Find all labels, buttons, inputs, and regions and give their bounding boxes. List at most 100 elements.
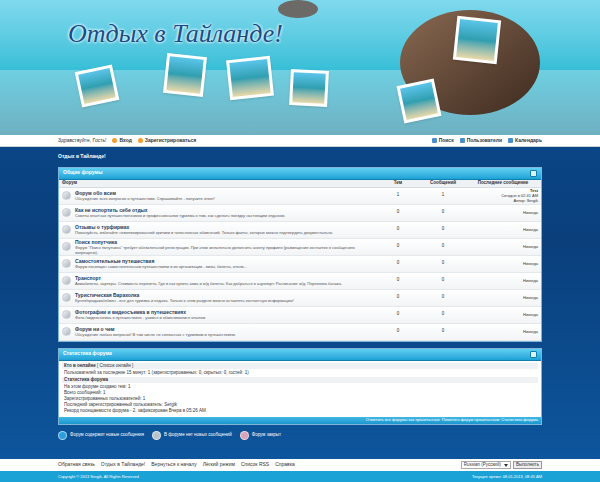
last-post: Никогда: [468, 312, 538, 317]
banner-photo: [75, 64, 120, 107]
stats-footer-link[interactable]: Статистика форума: [501, 417, 538, 423]
block-header: Общие форумы: [59, 168, 541, 180]
forum-title[interactable]: Самостоятельные путешествия: [75, 258, 247, 264]
forum-description: Фото-/видеосъемка в путешествиях - учимс…: [75, 315, 205, 320]
legend-item: Форум закрыт: [240, 431, 281, 440]
forum-description: Обсуждение всех вопросов о путешествии. …: [75, 196, 215, 201]
forum-description: Форум посвящен самостоятельным путешеств…: [75, 264, 247, 269]
stats-line: Последний зарегистрированный пользовател…: [64, 402, 536, 408]
banner-photo: [289, 69, 329, 107]
post-count: 1: [418, 192, 468, 199]
nav-link[interactable]: Вход: [112, 137, 131, 145]
forum-status-icon: [62, 276, 71, 285]
online-header: Кто в онлайне [ Список онлайн ]: [62, 363, 538, 369]
nav-link[interactable]: Пользователи: [460, 137, 502, 145]
forum-status-icon: [62, 225, 71, 234]
last-post: Никогда: [468, 227, 538, 232]
nav-icon: [432, 138, 437, 143]
stats-line: На этом форуме создано тем: 1: [64, 384, 536, 390]
forum-title[interactable]: Форум ни о чем: [75, 326, 236, 332]
topic-count: 1: [378, 192, 418, 199]
post-count: 0: [418, 328, 468, 335]
forum-status-icon: [62, 208, 71, 217]
forum-status-icon: [62, 293, 71, 302]
forum-title[interactable]: Туристическая Барахолка: [75, 292, 294, 298]
current-time: Текущее время: 08.01.2013, 08:45 AM: [472, 474, 542, 480]
column-header: ФорумТемСообщенийПоследнее сообщение: [59, 180, 541, 188]
stats-footer-link[interactable]: Пометить форум прочитанным: [442, 417, 499, 423]
forum-title[interactable]: Форум обо всем: [75, 190, 215, 196]
forum-row[interactable]: Туристическая БарахолкаКупля/продажа/обм…: [59, 290, 541, 307]
forum-description: Советы опытных путешественников и профес…: [75, 213, 285, 218]
last-post: Никогда: [468, 210, 538, 215]
online-list-link[interactable]: [ Список онлайн ]: [97, 363, 133, 368]
forum-row[interactable]: Форум ни о чемОбсуждение любых вопросов!…: [59, 324, 541, 341]
nav-link[interactable]: Зарегистрироваться: [138, 137, 196, 145]
topic-count: 0: [378, 260, 418, 267]
forum-title[interactable]: Отзывы о турфирмах: [75, 224, 333, 230]
footer-link[interactable]: Список RSS: [241, 461, 269, 469]
forum-block: Общие форумыФорумТемСообщенийПоследнее с…: [58, 167, 542, 342]
forum-status-icon: [62, 310, 71, 319]
post-count: 0: [418, 260, 468, 267]
banner: Отдых в Тайланде!: [0, 0, 600, 135]
forum-description: Обсуждение любых вопросов! В том числе н…: [75, 332, 236, 337]
language-select[interactable]: Russian (Русский): [461, 461, 511, 470]
post-count: 0: [418, 311, 468, 318]
page: Отдых в Тайланде! Здравствуйте, Гость! Вхо…: [0, 0, 600, 482]
topic-count: 0: [378, 226, 418, 233]
forum-title[interactable]: Поиск попутчика: [75, 239, 378, 245]
footer-link[interactable]: Справка: [275, 461, 295, 469]
copyright: Copyright © 2013 Sergik. All Rights Rese…: [58, 474, 139, 480]
legend-icon: [152, 431, 161, 440]
banner-photo: [226, 56, 274, 100]
collapse-button[interactable]: [530, 351, 537, 358]
forum-row[interactable]: Как не испортить себе отдыхСоветы опытны…: [59, 205, 541, 222]
nav-link[interactable]: Поиск: [432, 137, 454, 145]
post-count: 0: [418, 243, 468, 250]
footer-link[interactable]: Вернуться к началу: [151, 461, 196, 469]
dropdown-arrow-icon: [504, 464, 508, 467]
topic-count: 0: [378, 243, 418, 250]
topic-count: 0: [378, 328, 418, 335]
last-post: Никогда: [468, 329, 538, 334]
forum-row[interactable]: Отзывы о турфирмахПожалуйста, избегайте …: [59, 222, 541, 239]
stats-block: Статистика форума Кто в онлайне [ Список …: [58, 348, 542, 425]
nav-icon: [508, 138, 513, 143]
topic-count: 0: [378, 294, 418, 301]
legend-item: Форум содержит новые сообщения: [58, 431, 144, 440]
footer-link[interactable]: Отдых в Тайланде!: [101, 461, 145, 469]
breadcrumb[interactable]: Отдых в Тайланде!: [58, 153, 542, 161]
stats-footer-link[interactable]: Отметить все форумы как прочитанные: [366, 417, 440, 423]
forum-row[interactable]: Поиск попутчикаФорум "Поиск попутчика" т…: [59, 239, 541, 256]
topic-count: 0: [378, 311, 418, 318]
forum-row[interactable]: Фотографии и видеосъемка в путешествияхФ…: [59, 307, 541, 324]
rock: [278, 0, 318, 18]
footer-link[interactable]: Обратная связь: [58, 461, 95, 469]
post-count: 0: [418, 294, 468, 301]
forum-row[interactable]: ТранспортАвиабилеты, чартеры. Стоимость …: [59, 273, 541, 290]
legend: Форум содержит новые сообщенияВ форуме н…: [58, 431, 542, 440]
greeting: Здравствуйте, Гость!: [58, 137, 106, 145]
forum-description: Купля/продажа/обмен - все для туризма и …: [75, 298, 294, 303]
stats-footer: Отметить все форумы как прочитанныеПомет…: [59, 417, 541, 424]
forum-title[interactable]: Как не испортить себе отдых: [75, 207, 285, 213]
last-post: Никогда: [468, 261, 538, 266]
forum-title[interactable]: Транспорт: [75, 275, 342, 281]
online-text: Пользователей за последние 15 минут: 1 (…: [62, 369, 538, 377]
footer-bar: Обратная связь Отдых в Тайланде! Вернуться…: [0, 459, 600, 471]
forum-title[interactable]: Фотографии и видеосъемка в путешествиях: [75, 309, 205, 315]
site-title: Отдых в Тайланде!: [68, 14, 283, 53]
submit-button[interactable]: Выполнить: [513, 461, 542, 470]
forum-description: Пожалуйста, избегайте немотивированной к…: [75, 230, 333, 235]
stats-header: Статистика форума: [62, 377, 538, 383]
forum-row[interactable]: Форум обо всемОбсуждение всех вопросов о…: [59, 188, 541, 205]
collapse-button[interactable]: [530, 170, 537, 177]
forum-description: Авиабилеты, чартеры. Стоимость перелета.…: [75, 281, 342, 286]
nav-link[interactable]: Календарь: [508, 137, 542, 145]
post-count: 0: [418, 209, 468, 216]
last-post: Никогда: [468, 278, 538, 283]
forum-row[interactable]: Самостоятельные путешествияФорум посвяще…: [59, 256, 541, 273]
footer-link[interactable]: Лёгкий режим: [203, 461, 235, 469]
last-post: Никогда: [468, 295, 538, 300]
